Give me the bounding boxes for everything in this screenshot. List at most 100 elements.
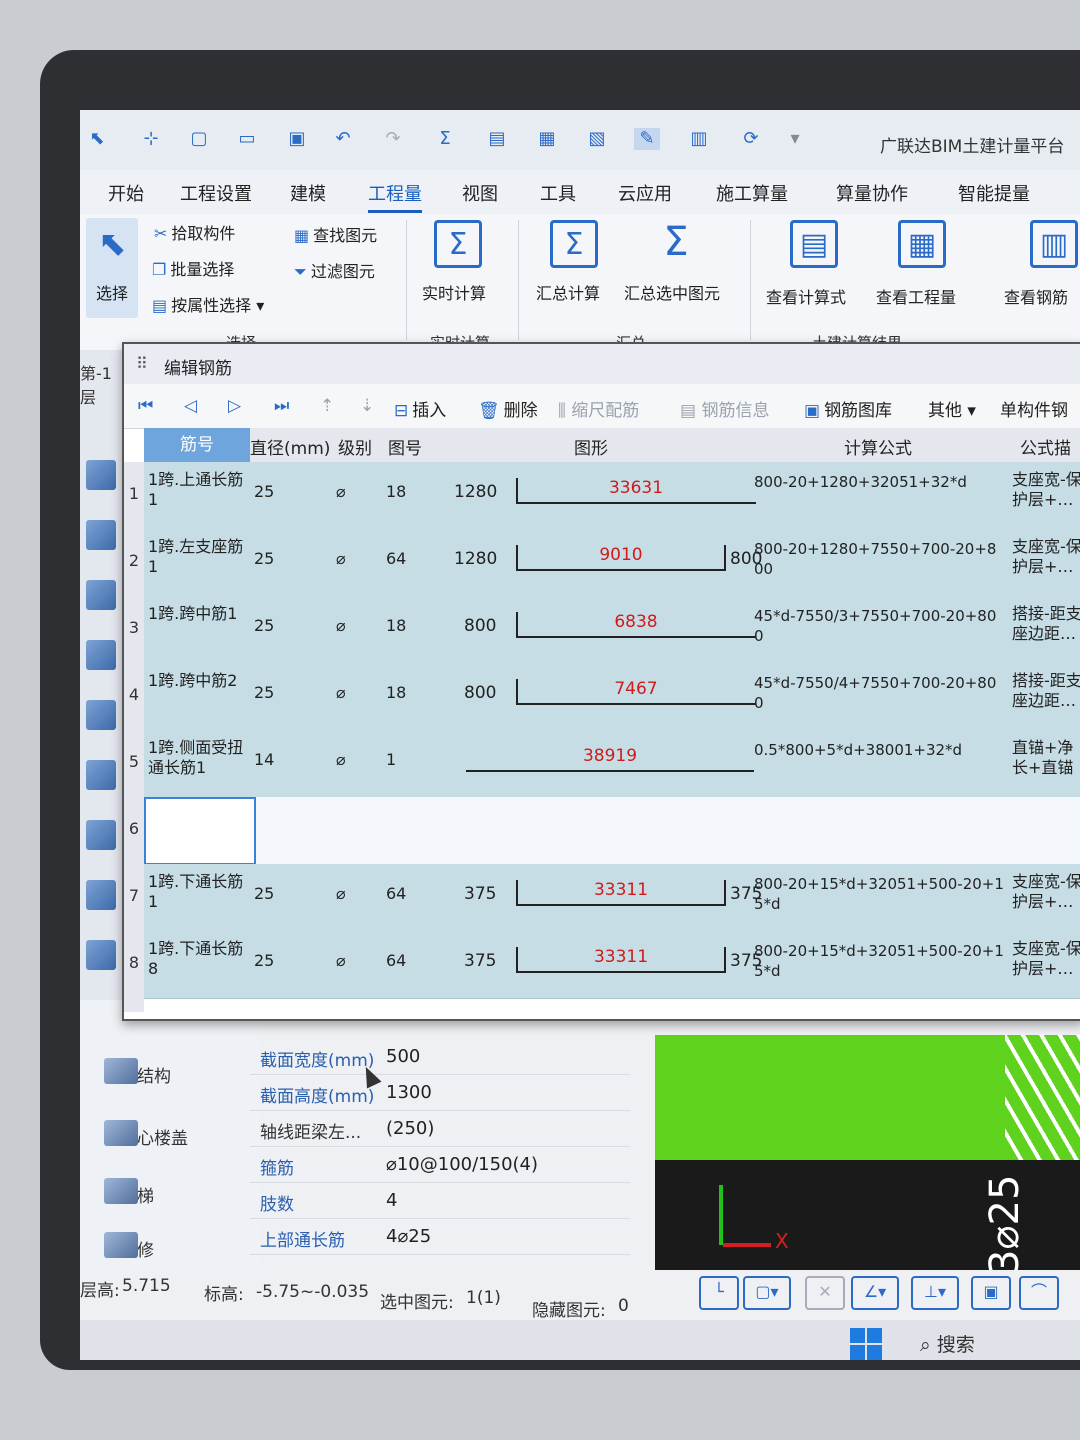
formula-desc-cell[interactable]: 搭接-距支座边距… bbox=[1012, 671, 1080, 715]
sync-icon[interactable]: ⟳ bbox=[738, 128, 764, 150]
bar-name-cell[interactable]: 1跨.上通长筋1 bbox=[148, 470, 248, 510]
formula-cell[interactable]: 800-20+15*d+32051+500-20+15*d bbox=[754, 874, 1004, 914]
grade-cell[interactable]: ⌀ bbox=[336, 616, 346, 635]
arc-icon[interactable]: ⌒ bbox=[1019, 1276, 1059, 1310]
shape-left-length[interactable]: 375 bbox=[464, 884, 496, 904]
delete-button[interactable]: 🗑 删除 bbox=[478, 396, 538, 421]
header-figure-no[interactable]: 图号 bbox=[388, 434, 422, 459]
last-record-icon[interactable]: ⏭ bbox=[274, 396, 289, 416]
formula-cell[interactable]: 45*d-7550/4+7550+700-20+800 bbox=[754, 673, 1004, 713]
formula-desc-cell[interactable]: 支座宽-保护层+… bbox=[1012, 470, 1080, 514]
bar-name-cell[interactable]: 1跨.左支座筋1 bbox=[148, 537, 248, 577]
shape-left-length[interactable]: 1280 bbox=[454, 549, 497, 569]
grade-cell[interactable]: ⌀ bbox=[336, 750, 346, 769]
beam-icon[interactable] bbox=[86, 640, 116, 670]
grade-cell[interactable]: ⌀ bbox=[336, 884, 346, 903]
menu-construction-quantity[interactable]: 施工算量 bbox=[716, 180, 788, 206]
selected-cell[interactable] bbox=[144, 797, 256, 865]
menu-tools[interactable]: 工具 bbox=[540, 180, 576, 206]
single-component-button[interactable]: 单构件钢 bbox=[1000, 396, 1068, 421]
figure-no-cell[interactable]: 18 bbox=[386, 482, 406, 501]
property-row[interactable]: 截面宽度(mm) 500 bbox=[250, 1040, 630, 1075]
row-index[interactable]: 1 bbox=[124, 484, 144, 503]
angle-icon[interactable]: ∠▾ bbox=[851, 1276, 899, 1310]
sum-calc-button[interactable]: 汇总计算 bbox=[536, 280, 600, 304]
formula-cell[interactable]: 0.5*800+5*d+38001+32*d bbox=[754, 740, 1004, 760]
batch-select-button[interactable]: ❐ 批量选择 bbox=[152, 256, 234, 280]
grid-icon[interactable]: ▦ bbox=[534, 128, 560, 150]
table-row[interactable] bbox=[144, 797, 1080, 865]
earth-icon[interactable] bbox=[86, 940, 116, 970]
header-diameter[interactable]: 直径(mm) bbox=[250, 434, 330, 459]
rebar-info-button[interactable]: ▤ 钢筋信息 bbox=[680, 396, 769, 421]
header-shape[interactable]: 图形 bbox=[574, 434, 608, 459]
header-formula-desc[interactable]: 公式描 bbox=[1020, 434, 1071, 459]
table-row[interactable]: 1跨.下通长筋1 25 ⌀ 64 375 33311 375 800-20+15*d+3205… bbox=[144, 864, 1080, 932]
bar-name-cell[interactable]: 1跨.跨中筋1 bbox=[148, 604, 248, 624]
door-icon[interactable] bbox=[86, 580, 116, 610]
header-grade[interactable]: 级别 bbox=[338, 434, 372, 459]
save-icon[interactable]: ▣ bbox=[284, 128, 310, 150]
view-formula-icon[interactable]: ▤ bbox=[484, 128, 510, 150]
new-file-icon[interactable]: ▢ bbox=[186, 128, 212, 150]
diameter-cell[interactable]: 25 bbox=[254, 951, 274, 970]
pick-component-button[interactable]: ✂ 拾取构件 bbox=[154, 220, 235, 244]
table-row[interactable]: 1跨.侧面受扭通长筋1 14 ⌀ 1 38919 0.5*800+5*d+38001+32… bbox=[144, 730, 1080, 798]
row-index[interactable]: 7 bbox=[124, 886, 144, 905]
row-index[interactable]: 4 bbox=[124, 685, 144, 704]
grade-cell[interactable]: ⌀ bbox=[336, 549, 346, 568]
nav-item-decoration[interactable]: 装修 bbox=[104, 1232, 154, 1261]
formula-cell[interactable]: 800-20+1280+32051+32*d bbox=[754, 472, 1004, 492]
bar-name-cell[interactable]: 1跨.跨中筋2 bbox=[148, 671, 248, 691]
cross-icon[interactable]: ✕ bbox=[805, 1276, 845, 1310]
bar-name-cell[interactable]: 1跨.侧面受扭通长筋1 bbox=[148, 738, 248, 778]
formula-desc-cell[interactable]: 搭接-距支座边距… bbox=[1012, 604, 1080, 648]
floor-tag[interactable]: 第-1层 bbox=[80, 360, 126, 408]
menu-start[interactable]: 开始 bbox=[108, 180, 144, 206]
menu-collaboration[interactable]: 算量协作 bbox=[836, 180, 908, 206]
menu-project-settings[interactable]: 工程设置 bbox=[180, 180, 252, 206]
sum-selected-button[interactable]: 汇总选中图元 bbox=[624, 280, 720, 304]
shape-left-length[interactable]: 1280 bbox=[454, 482, 497, 502]
view-formula-button[interactable]: 查看计算式 bbox=[766, 284, 846, 308]
decoration-icon[interactable] bbox=[86, 880, 116, 910]
snap-icon[interactable]: ⊥▾ bbox=[911, 1276, 959, 1310]
orthogonal-icon[interactable]: └ bbox=[699, 1276, 739, 1310]
shape-left-length[interactable]: 800 bbox=[464, 616, 496, 636]
select-icon[interactable]: ⊹ bbox=[138, 128, 164, 150]
redo-icon[interactable]: ↷ bbox=[380, 128, 406, 150]
diameter-cell[interactable]: 25 bbox=[254, 482, 274, 501]
grade-cell[interactable]: ⌀ bbox=[336, 951, 346, 970]
stair-icon[interactable] bbox=[86, 820, 116, 850]
realtime-calc-button[interactable]: 实时计算 bbox=[422, 280, 486, 304]
view-rebar-button[interactable]: 查看钢筋 bbox=[1004, 284, 1068, 308]
scale-rebar-button[interactable]: ⫼ 缩尺配筋 bbox=[558, 396, 639, 421]
table-row[interactable]: 1跨.左支座筋1 25 ⌀ 64 1280 9010 800 800-20+1280+7550… bbox=[144, 529, 1080, 597]
figure-no-cell[interactable]: 64 bbox=[386, 884, 406, 903]
grade-cell[interactable]: ⌀ bbox=[336, 482, 346, 501]
select-by-attr-button[interactable]: ▤ 按属性选择 ▾ bbox=[152, 292, 264, 316]
table-row[interactable]: 1跨.跨中筋1 25 ⌀ 18 800 6838 45*d-7550/3+7550+700-… bbox=[144, 596, 1080, 664]
column-icon[interactable] bbox=[86, 460, 116, 490]
shape-left-length[interactable]: 800 bbox=[464, 683, 496, 703]
formula-cell[interactable]: 800-20+1280+7550+700-20+800 bbox=[754, 539, 1004, 579]
slab-icon[interactable] bbox=[86, 700, 116, 730]
display-icon[interactable]: ▣ bbox=[971, 1276, 1011, 1310]
menu-quantity[interactable]: 工程量 bbox=[368, 180, 422, 213]
drag-handle-icon[interactable]: ⠿ bbox=[136, 354, 148, 373]
table-row[interactable]: 1跨.上通长筋1 25 ⌀ 18 1280 33631 800-20+1280+32051+… bbox=[144, 462, 1080, 530]
menu-modeling[interactable]: 建模 bbox=[290, 180, 326, 206]
property-row[interactable]: 箍筋 ⌀10@100/150(4) bbox=[250, 1148, 630, 1183]
bar-name-cell[interactable]: 1跨.下通长筋1 bbox=[148, 872, 248, 912]
shape-left-length[interactable]: 375 bbox=[464, 951, 496, 971]
row-index[interactable]: 6 bbox=[124, 819, 144, 838]
nav-item-hollow-slab[interactable]: 空心楼盖 bbox=[104, 1120, 188, 1149]
windows-start-icon[interactable] bbox=[850, 1328, 882, 1360]
formula-desc-cell[interactable]: 直锚+净长+直锚 bbox=[1012, 738, 1080, 782]
row-index[interactable]: 3 bbox=[124, 618, 144, 637]
property-row[interactable]: 轴线距梁左... (250) bbox=[250, 1112, 630, 1147]
undo-icon[interactable]: ↶ bbox=[330, 128, 356, 150]
foundation-icon[interactable] bbox=[86, 760, 116, 790]
draw-icon[interactable]: ✎ bbox=[634, 128, 660, 150]
open-folder-icon[interactable]: ▭ bbox=[234, 128, 260, 150]
